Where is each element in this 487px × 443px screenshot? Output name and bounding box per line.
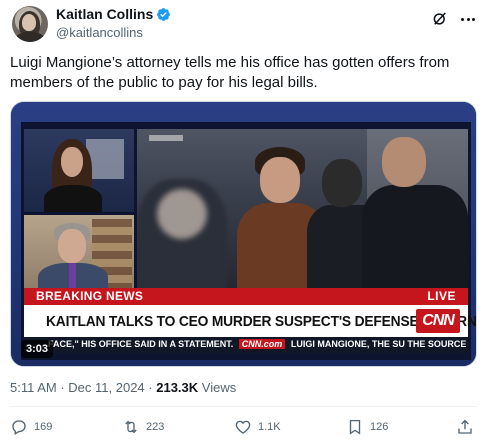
like-button[interactable]: 1.1K (234, 418, 281, 436)
divider (10, 406, 477, 407)
bookmark-button[interactable]: 126 (346, 418, 388, 436)
video-duration-badge: 3:03 (21, 340, 54, 358)
live-label: LIVE (427, 289, 456, 303)
like-icon (235, 420, 251, 434)
ticker-end: THE SOURCE (407, 339, 467, 349)
ticker-right: LUIGI MANGIONE, THE SU (290, 339, 405, 349)
ticker-logo: CNN.com (238, 339, 286, 349)
tweet-meta: 5:11 AM · Dec 11, 2024 · 213.3K Views (10, 380, 236, 395)
video-player[interactable]: BREAKING NEWS LIVE KAITLAN TALKS TO CEO … (10, 101, 477, 367)
attorney-video-panel (24, 215, 134, 295)
tweet-header: Kaitlan Collins @kaitlancollins (10, 4, 477, 44)
author-handle[interactable]: @kaitlancollins (56, 25, 143, 40)
ticker-left: FACE," HIS OFFICE SAID IN A STATEMENT. (48, 339, 234, 349)
breaking-news-label: BREAKING NEWS (36, 289, 144, 303)
bookmark-count: 126 (370, 421, 389, 433)
share-button[interactable] (456, 418, 474, 436)
bookmark-icon (349, 419, 361, 435)
breaking-news-bar: BREAKING NEWS LIVE (24, 288, 468, 305)
tweet-time[interactable]: 5:11 AM (10, 380, 57, 395)
tweet-text: Luigi Mangione’s attorney tells me his o… (10, 54, 450, 91)
tweet-date[interactable]: Dec 11, 2024 (68, 380, 144, 395)
meta-separator-2: · (144, 380, 157, 395)
chyron-headline-bar: KAITLAN TALKS TO CEO MURDER SUSPECT'S DE… (24, 305, 476, 337)
chyron-headline: KAITLAN TALKS TO CEO MURDER SUSPECT'S DE… (46, 313, 477, 330)
verified-icon (157, 7, 171, 21)
like-count: 1.1K (258, 421, 281, 433)
arrest-footage-panel (137, 129, 468, 295)
grok-icon[interactable] (431, 10, 449, 28)
more-icon[interactable] (459, 10, 477, 28)
share-icon (458, 419, 472, 434)
repost-count: 223 (146, 421, 165, 433)
views-label: Views (201, 380, 237, 395)
reply-count: 169 (34, 421, 53, 433)
anchor-video-panel (24, 129, 134, 212)
cnn-logo: CNN (416, 309, 460, 333)
repost-icon (125, 420, 137, 434)
reply-button[interactable]: 169 (10, 418, 52, 436)
action-bar: 169 223 1.1K 126 (10, 418, 477, 440)
video-frame: BREAKING NEWS LIVE KAITLAN TALKS TO CEO … (11, 102, 476, 366)
news-ticker: FACE," HIS OFFICE SAID IN A STATEMENT. C… (24, 337, 468, 353)
meta-separator: · (56, 380, 69, 395)
author-display-name[interactable]: Kaitlan Collins (56, 6, 153, 22)
author-name-line: Kaitlan Collins (56, 6, 171, 22)
repost-button[interactable]: 223 (122, 418, 164, 436)
views-count: 213.3K (156, 380, 199, 395)
avatar[interactable] (12, 6, 48, 42)
ticker-text: FACE," HIS OFFICE SAID IN A STATEMENT. C… (48, 339, 466, 349)
reply-icon (12, 420, 26, 435)
